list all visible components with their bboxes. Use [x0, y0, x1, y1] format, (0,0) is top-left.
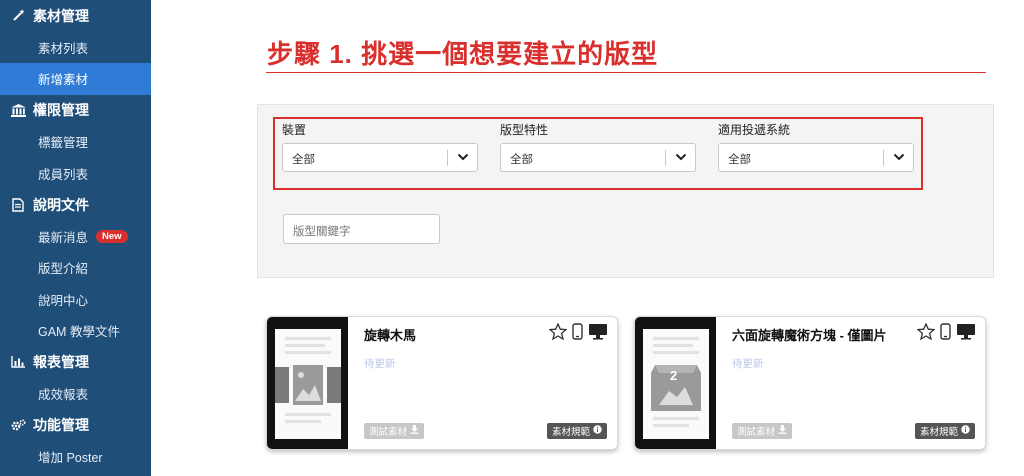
sidebar-item-material-list[interactable]: 素材列表	[0, 32, 151, 64]
template-card[interactable]: 2 六面旋轉魔術方塊 - 僅圖片 待更新 測試素材 素材規範	[634, 316, 986, 450]
sidebar-item-template-intro[interactable]: 版型介紹	[0, 252, 151, 284]
sidebar-item-add-poster[interactable]: 增加 Poster	[0, 441, 151, 473]
star-icon[interactable]	[549, 323, 567, 340]
material-spec-button[interactable]: 素材規範	[914, 423, 975, 439]
template-keyword-input[interactable]: 版型關鍵字	[283, 214, 440, 244]
template-card[interactable]: 旋轉木馬 待更新 測試素材 素材規範	[266, 316, 618, 450]
sidebar: 素材管理 素材列表 新增素材 權限管理 標籤管理 成員列表 說明文件 最新消息 …	[0, 0, 151, 476]
delivery-system-select[interactable]: 全部	[718, 143, 914, 172]
bar-chart-icon	[9, 356, 27, 368]
document-icon	[9, 198, 27, 212]
sidebar-section-label: 說明文件	[33, 196, 89, 213]
cube-face-number: 2	[670, 368, 678, 383]
template-feature-filter: 版型特性 全部	[500, 121, 696, 172]
sidebar-section-docs[interactable]: 說明文件	[0, 189, 151, 221]
info-icon	[593, 425, 602, 437]
gears-icon	[9, 419, 27, 432]
delivery-system-select-value: 全部	[728, 154, 751, 166]
main-content: 步驟 1. 挑選一個想要建立的版型 裝置 全部 版型特性 全部 適用投遞系統 全…	[151, 0, 1024, 476]
sidebar-section-label: 報表管理	[33, 354, 89, 371]
bank-icon	[9, 103, 27, 117]
device-select-value: 全部	[292, 154, 315, 166]
select-separator	[665, 150, 666, 166]
card-title: 旋轉木馬	[364, 328, 417, 343]
sidebar-item-latest-news[interactable]: 最新消息 New	[0, 221, 151, 253]
template-keyword-placeholder: 版型關鍵字	[293, 226, 351, 238]
sidebar-item-member-list[interactable]: 成員列表	[0, 158, 151, 190]
chevron-down-icon	[893, 153, 905, 161]
test-material-button[interactable]: 測試素材	[732, 423, 793, 439]
sidebar-section-label: 權限管理	[33, 102, 89, 119]
card-icon-group	[549, 323, 608, 340]
sidebar-item-help-center[interactable]: 說明中心	[0, 284, 151, 316]
template-thumbnail	[267, 317, 348, 449]
card-title: 六面旋轉魔術方塊 - 僅圖片	[732, 328, 887, 343]
template-thumbnail: 2	[635, 317, 716, 449]
delivery-system-filter: 適用投遞系統 全部	[718, 121, 914, 172]
chevron-down-icon	[675, 153, 687, 161]
chevron-down-icon	[457, 153, 469, 161]
sidebar-section-label: 功能管理	[33, 417, 89, 434]
desktop-icon	[956, 323, 976, 340]
title-divider	[266, 72, 986, 73]
card-status: 待更新	[364, 358, 396, 370]
new-badge: New	[96, 229, 128, 243]
delivery-system-filter-label: 適用投遞系統	[718, 123, 791, 137]
mobile-icon	[572, 323, 583, 340]
carousel-preview-image	[275, 329, 341, 439]
device-select[interactable]: 全部	[282, 143, 478, 172]
device-filter-label: 裝置	[282, 123, 307, 137]
template-feature-select-value: 全部	[510, 154, 533, 166]
info-icon	[961, 425, 970, 437]
select-separator	[447, 150, 448, 166]
star-icon[interactable]	[917, 323, 935, 340]
desktop-icon	[588, 323, 608, 340]
download-icon	[778, 425, 787, 437]
select-separator	[883, 150, 884, 166]
sidebar-section-reports[interactable]: 報表管理	[0, 347, 151, 379]
sidebar-section-permission[interactable]: 權限管理	[0, 95, 151, 127]
card-status: 待更新	[732, 358, 764, 370]
test-material-button[interactable]: 測試素材	[364, 423, 425, 439]
sidebar-item-performance-report[interactable]: 成效報表	[0, 378, 151, 410]
page-title: 步驟 1. 挑選一個想要建立的版型	[267, 39, 659, 69]
template-feature-filter-label: 版型特性	[500, 123, 549, 137]
material-spec-button[interactable]: 素材規範	[546, 423, 607, 439]
template-feature-select[interactable]: 全部	[500, 143, 696, 172]
cube-preview-image	[643, 329, 709, 439]
sidebar-section-features[interactable]: 功能管理	[0, 410, 151, 442]
card-icon-group	[917, 323, 976, 340]
sidebar-item-add-material[interactable]: 新增素材	[0, 63, 151, 95]
mobile-icon	[940, 323, 951, 340]
download-icon	[410, 425, 419, 437]
device-filter: 裝置 全部	[282, 121, 478, 172]
magic-wand-icon	[9, 9, 27, 22]
sidebar-item-tag-management[interactable]: 標籤管理	[0, 126, 151, 158]
filter-panel: 裝置 全部 版型特性 全部 適用投遞系統 全部 版型關鍵字	[257, 104, 994, 278]
sidebar-section-label: 素材管理	[33, 7, 89, 24]
sidebar-item-gam-docs[interactable]: GAM 教學文件	[0, 315, 151, 347]
sidebar-section-material[interactable]: 素材管理	[0, 0, 151, 32]
